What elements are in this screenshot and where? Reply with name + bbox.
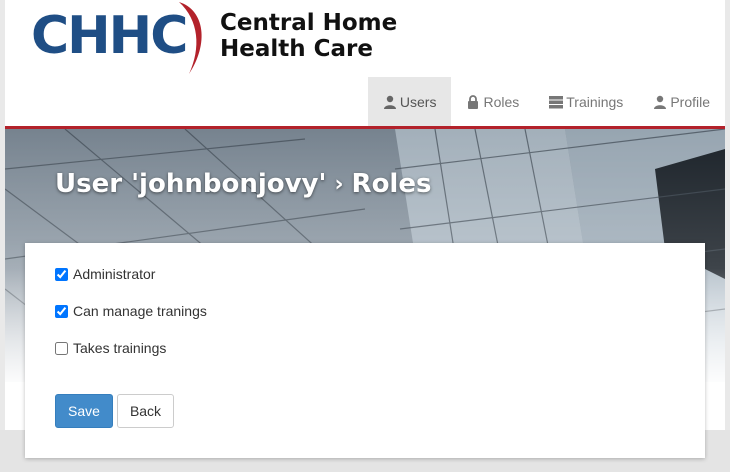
nav-item-users[interactable]: Users (367, 77, 452, 127)
nav-item-label: Roles (483, 94, 520, 110)
back-button[interactable]: Back (117, 394, 174, 428)
role-takes-trainings-checkbox[interactable] (55, 341, 68, 355)
role-takes-trainings[interactable]: Takes trainings (55, 340, 166, 356)
nav-item-label: Users (399, 94, 437, 110)
lock-icon (468, 95, 479, 109)
role-administrator-checkbox[interactable] (55, 267, 68, 281)
breadcrumb-current: Roles (351, 169, 432, 199)
breadcrumb-user[interactable]: User 'johnbonjovy' (55, 169, 326, 199)
nav-item-roles[interactable]: Roles (451, 77, 534, 127)
role-can-manage-trainings-checkbox[interactable] (55, 304, 68, 318)
main-nav: Users Roles Trainings Profile (367, 77, 725, 127)
roles-form-card: Administrator Can manage tranings Takes … (25, 243, 705, 458)
nav-item-label: Profile (670, 94, 710, 110)
company-name: Central Home Health Care (220, 10, 397, 62)
role-label: Takes trainings (73, 340, 167, 356)
breadcrumb-separator-icon: › (334, 171, 344, 197)
role-label: Can manage tranings (73, 303, 207, 319)
user-icon (654, 95, 667, 109)
user-icon (383, 95, 396, 109)
nav-item-label: Trainings (566, 94, 624, 110)
role-can-manage-trainings[interactable]: Can manage tranings (55, 303, 207, 319)
company-name-line1: Central Home (220, 10, 398, 36)
company-logo[interactable]: CHHC (29, 0, 209, 76)
company-name-line2: Health Care (220, 36, 373, 62)
role-label: Administrator (73, 266, 156, 282)
save-button[interactable]: Save (55, 394, 113, 428)
nav-item-trainings[interactable]: Trainings (534, 77, 638, 127)
server-icon (549, 96, 564, 109)
page-title: User 'johnbonjovy' › Roles (55, 169, 431, 199)
logo-text: CHHC (31, 6, 188, 66)
role-administrator[interactable]: Administrator (55, 266, 155, 282)
nav-item-profile[interactable]: Profile (638, 77, 725, 127)
